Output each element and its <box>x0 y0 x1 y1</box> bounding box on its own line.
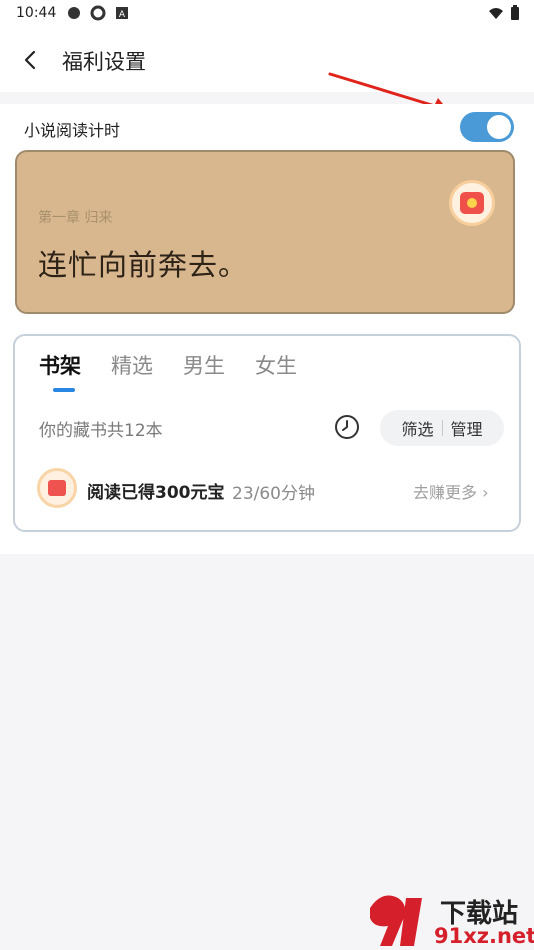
red-envelope-reward-icon[interactable] <box>449 180 495 226</box>
reading-timer-label: 小说阅读计时 <box>24 121 121 140</box>
tab-female[interactable]: 女生 <box>255 350 297 380</box>
earn-more-link[interactable]: 去赚更多 › <box>413 479 489 503</box>
coin-dot <box>467 198 477 208</box>
status-bar: 10:44 A <box>0 0 534 28</box>
red-envelope-icon <box>48 480 66 496</box>
tab-male[interactable]: 男生 <box>183 350 225 380</box>
reward-earned-text: 阅读已得300元宝 <box>87 483 225 503</box>
battery-icon <box>511 5 519 20</box>
back-arrow-icon[interactable] <box>14 42 50 78</box>
a-notification-icon: A <box>116 7 128 20</box>
shelf-count-text: 你的藏书共12本 <box>39 421 163 441</box>
reading-preview-card: 第一章 归来 连忙向前奔去。 <box>15 150 515 314</box>
chapter-title: 第一章 归来 <box>38 210 113 226</box>
filter-button[interactable]: 筛选 <box>401 416 433 440</box>
tab-bookshelf[interactable]: 书架 <box>39 350 81 380</box>
app-notification-icon <box>68 7 80 19</box>
svg-text:A: A <box>119 10 126 20</box>
status-time: 10:44 <box>16 5 57 21</box>
red-envelope-icon <box>460 192 484 214</box>
page-title: 福利设置 <box>62 50 146 74</box>
manage-button[interactable]: 管理 <box>451 416 483 440</box>
reading-progress-text: 23/60分钟 <box>232 484 315 504</box>
status-system-icons <box>488 5 520 21</box>
shelf-tabs: 书架 精选 男生 女生 <box>39 350 297 380</box>
pill-divider <box>441 420 443 436</box>
bookshelf-card: 书架 精选 男生 女生 你的藏书共12本 筛选 管理 阅读已得300元宝 23/… <box>13 334 521 532</box>
watermark-url: 91xz.net <box>434 924 534 948</box>
toggle-knob <box>487 115 511 139</box>
clock-icon[interactable] <box>333 413 361 441</box>
wifi-icon <box>489 8 503 19</box>
status-notification-icons: A <box>66 5 130 21</box>
reward-red-envelope-icon <box>37 468 77 508</box>
tab-featured[interactable]: 精选 <box>111 350 153 380</box>
reading-timer-toggle[interactable] <box>460 112 514 142</box>
active-tab-indicator <box>53 388 75 392</box>
filter-manage-pill: 筛选 管理 <box>380 410 504 446</box>
book-text-line: 连忙向前奔去。 <box>38 248 249 282</box>
sync-notification-icon <box>90 5 106 21</box>
